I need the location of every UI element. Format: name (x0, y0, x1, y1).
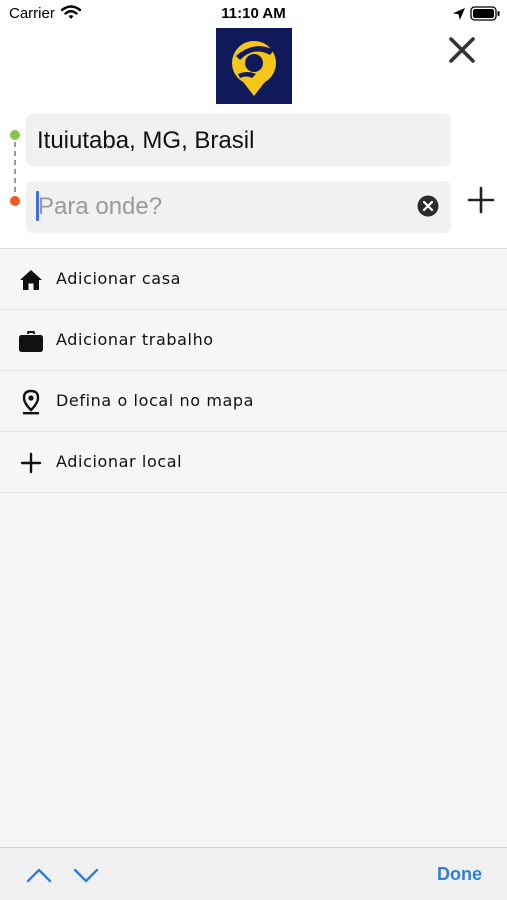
battery-icon (470, 6, 500, 21)
briefcase-icon (19, 331, 43, 352)
add-stop-plus-icon[interactable] (466, 185, 496, 215)
map-pin-icon (22, 389, 40, 415)
status-bar: Carrier 11:10 AM (0, 0, 507, 28)
chevron-down-icon[interactable] (73, 864, 99, 886)
status-time: 11:10 AM (221, 5, 286, 22)
keyboard-toolbar: Done (0, 847, 507, 900)
clear-circle-icon[interactable] (417, 195, 439, 217)
origin-field[interactable]: Ituiutaba, MG, Brasil (26, 114, 451, 166)
origin-marker-icon (10, 130, 20, 140)
list-item-add-work[interactable]: Adicionar trabalho (0, 310, 507, 371)
destination-field[interactable] (26, 181, 451, 233)
shortcut-list: Adicionar casa Adicionar trabalho Defina… (0, 249, 507, 493)
route-header: Ituiutaba, MG, Brasil (0, 28, 507, 249)
home-icon (20, 270, 42, 290)
plus-icon (20, 452, 42, 474)
destination-marker-icon (10, 196, 20, 206)
destination-input[interactable] (36, 190, 406, 224)
origin-value: Ituiutaba, MG, Brasil (37, 127, 255, 154)
list-item-add-place[interactable]: Adicionar local (0, 432, 507, 493)
list-item-add-home[interactable]: Adicionar casa (0, 249, 507, 310)
list-item-set-on-map[interactable]: Defina o local no mapa (0, 371, 507, 432)
done-button[interactable]: Done (437, 864, 482, 885)
list-item-label: Adicionar local (56, 452, 183, 471)
location-arrow-icon (453, 8, 465, 20)
logo-mark-icon (232, 41, 276, 96)
app-logo (216, 28, 292, 104)
list-item-label: Adicionar casa (56, 269, 182, 288)
close-icon[interactable] (446, 34, 478, 66)
chevron-up-icon[interactable] (26, 864, 52, 886)
list-item-label: Adicionar trabalho (56, 330, 214, 349)
list-item-label: Defina o local no mapa (56, 391, 255, 410)
